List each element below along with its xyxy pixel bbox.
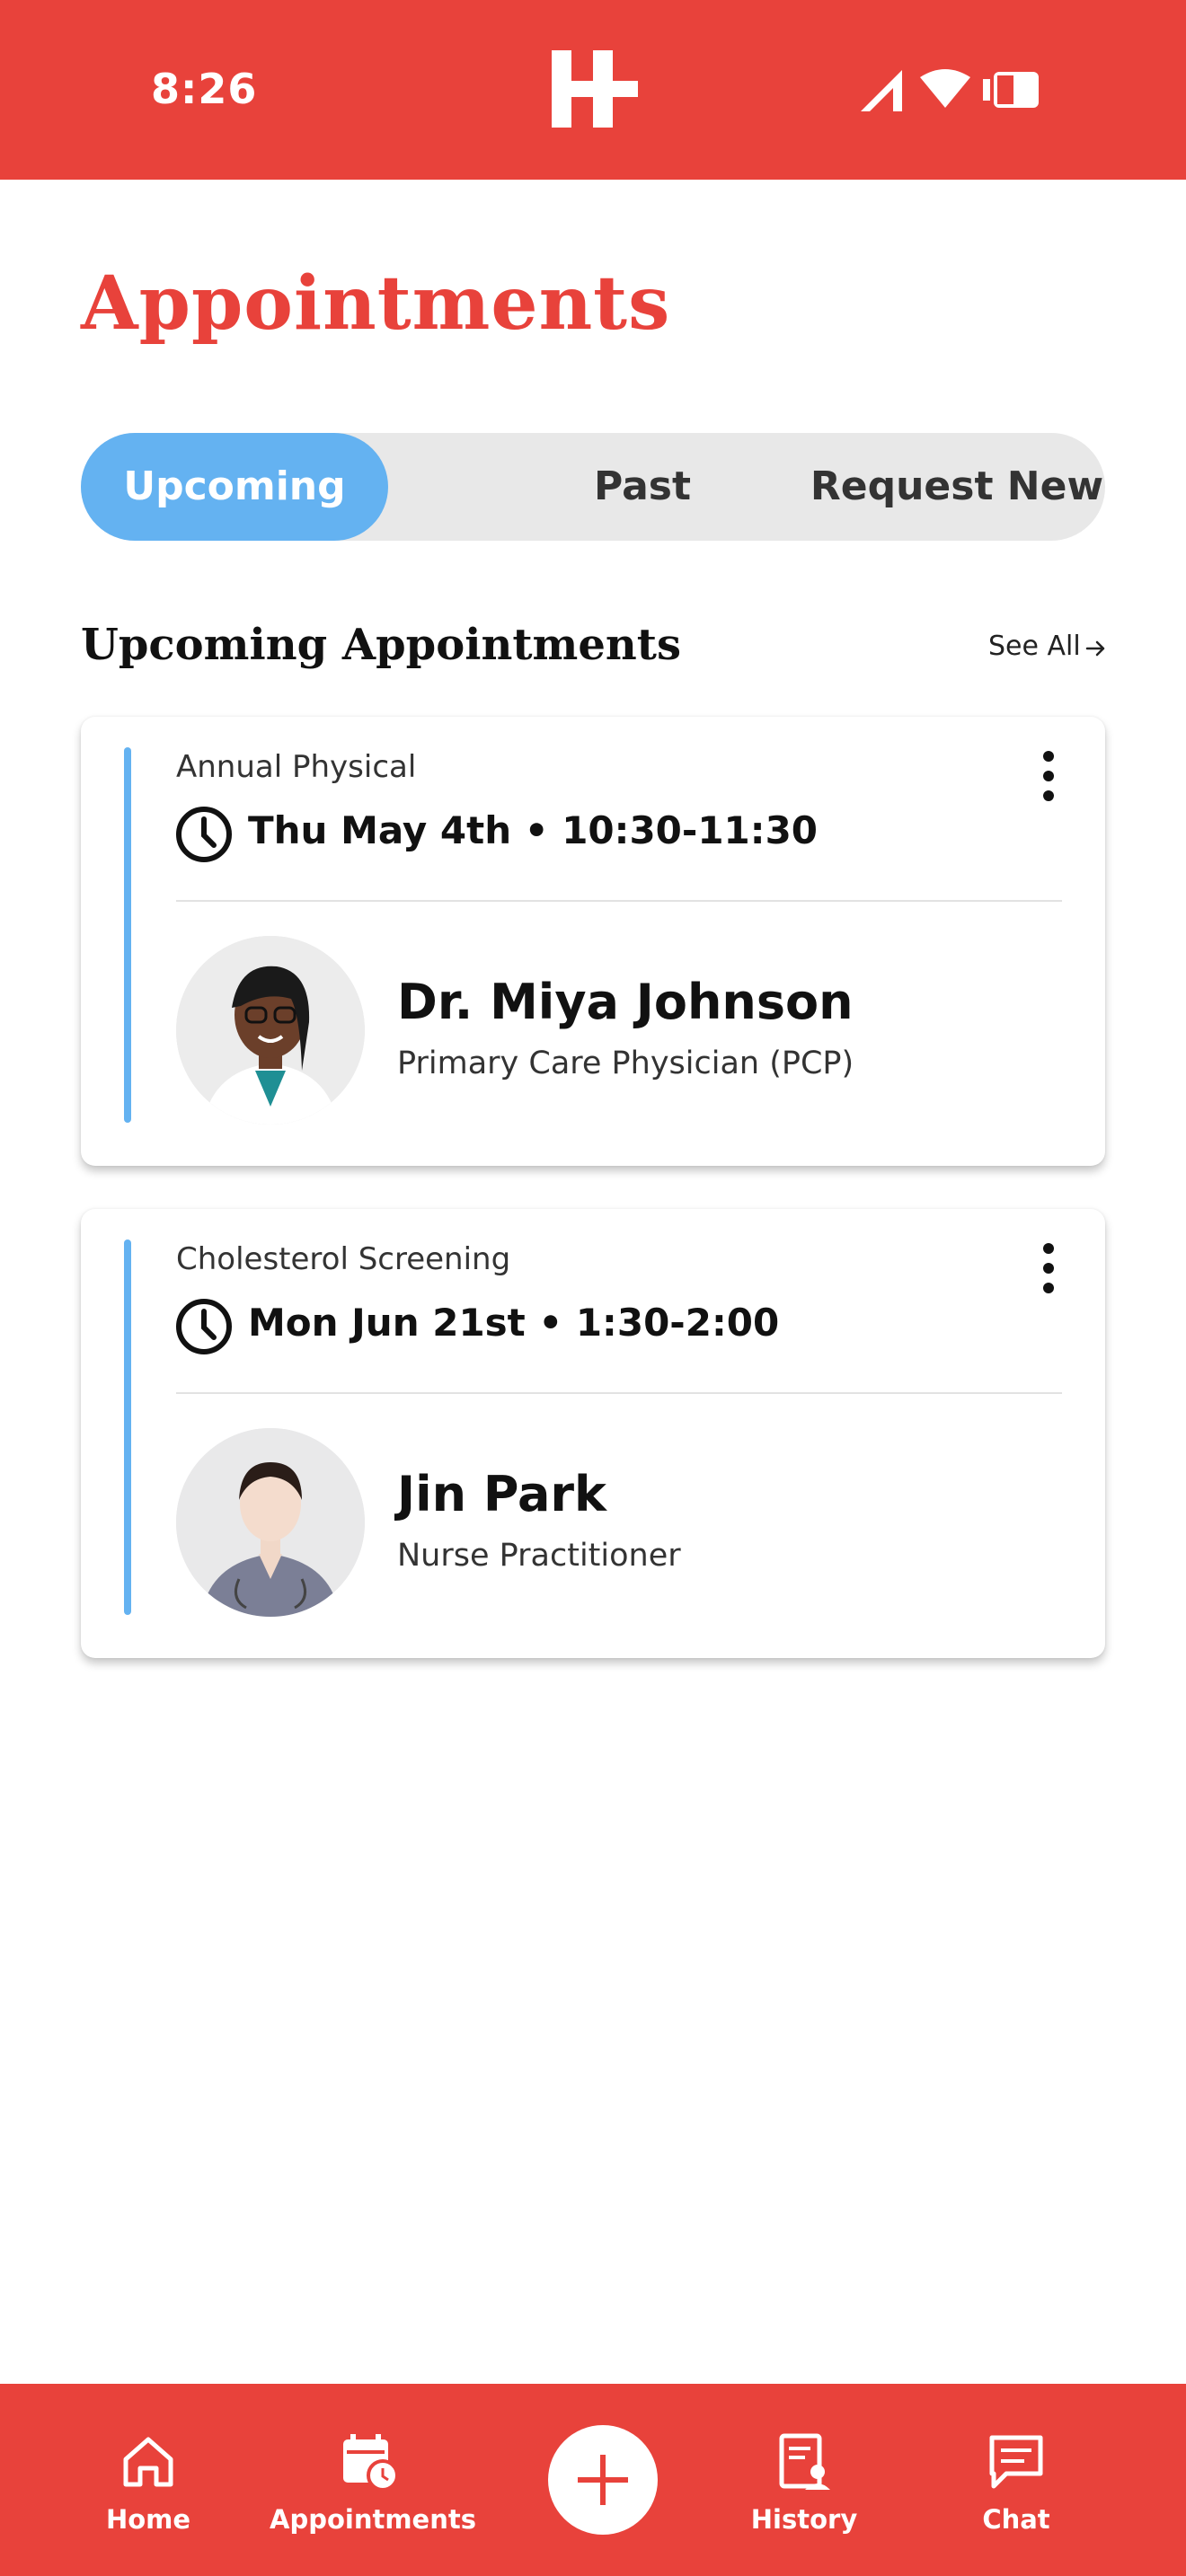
tab-request-new[interactable]: Request New	[809, 433, 1105, 541]
card-divider	[176, 1392, 1062, 1394]
clock-icon	[176, 1299, 232, 1354]
more-options-icon[interactable]	[1035, 749, 1062, 803]
nav-history-label: History	[750, 2504, 858, 2535]
appointment-tabs: Upcoming Past Request New	[81, 433, 1105, 541]
wifi-icon	[920, 69, 970, 108]
tab-past[interactable]: Past	[458, 433, 827, 541]
status-bar: 8:26	[0, 0, 1186, 180]
appointment-card[interactable]: Annual Physical Thu May 4th • 10:30-11:3…	[81, 717, 1105, 1166]
status-time: 8:26	[151, 65, 258, 113]
add-appointment-button[interactable]	[548, 2425, 658, 2535]
provider-name: Jin Park	[397, 1466, 606, 1522]
appointment-card[interactable]: Cholesterol Screening Mon Jun 21st • 1:3…	[81, 1209, 1105, 1658]
nav-chat[interactable]: Chat	[958, 2384, 1075, 2576]
card-divider	[176, 900, 1062, 902]
appointment-datetime: Mon Jun 21st • 1:30-2:00	[248, 1301, 780, 1345]
nav-appointments[interactable]: Appointments	[270, 2384, 476, 2576]
nav-home[interactable]: Home	[90, 2384, 207, 2576]
nav-history[interactable]: History	[746, 2384, 863, 2576]
nav-home-label: Home	[105, 2504, 191, 2535]
provider-name: Dr. Miya Johnson	[397, 974, 854, 1030]
plus-icon	[578, 2455, 628, 2505]
see-all-link[interactable]: See All	[988, 631, 1081, 662]
more-options-icon[interactable]	[1035, 1241, 1062, 1295]
card-accent-bar	[124, 747, 131, 1123]
chat-icon	[989, 2435, 1043, 2489]
home-icon	[123, 2437, 173, 2487]
provider-avatar	[176, 936, 365, 1125]
bottom-nav: Home Appointments History Chat	[0, 2384, 1186, 2576]
tab-upcoming[interactable]: Upcoming	[81, 433, 388, 541]
medical-record-icon	[779, 2433, 830, 2490]
appointment-datetime: Thu May 4th • 10:30-11:30	[248, 808, 819, 852]
arrow-right-icon[interactable]	[1084, 636, 1109, 661]
section-title: Upcoming Appointments	[81, 620, 681, 670]
appointment-type: Annual Physical	[176, 749, 417, 785]
provider-role: Nurse Practitioner	[397, 1538, 681, 1574]
nav-chat-label: Chat	[982, 2504, 1050, 2535]
provider-avatar	[176, 1428, 365, 1617]
hospital-logo-icon	[552, 50, 638, 128]
card-accent-bar	[124, 1239, 131, 1615]
appointment-type: Cholesterol Screening	[176, 1241, 511, 1277]
battery-icon	[983, 72, 1039, 108]
system-status-icons	[861, 69, 1039, 111]
nav-appointments-label: Appointments	[270, 2504, 476, 2535]
provider-role: Primary Care Physician (PCP)	[397, 1045, 854, 1081]
page-title: Appointments	[81, 260, 671, 347]
calendar-clock-icon	[343, 2434, 399, 2492]
clock-icon	[176, 807, 232, 862]
